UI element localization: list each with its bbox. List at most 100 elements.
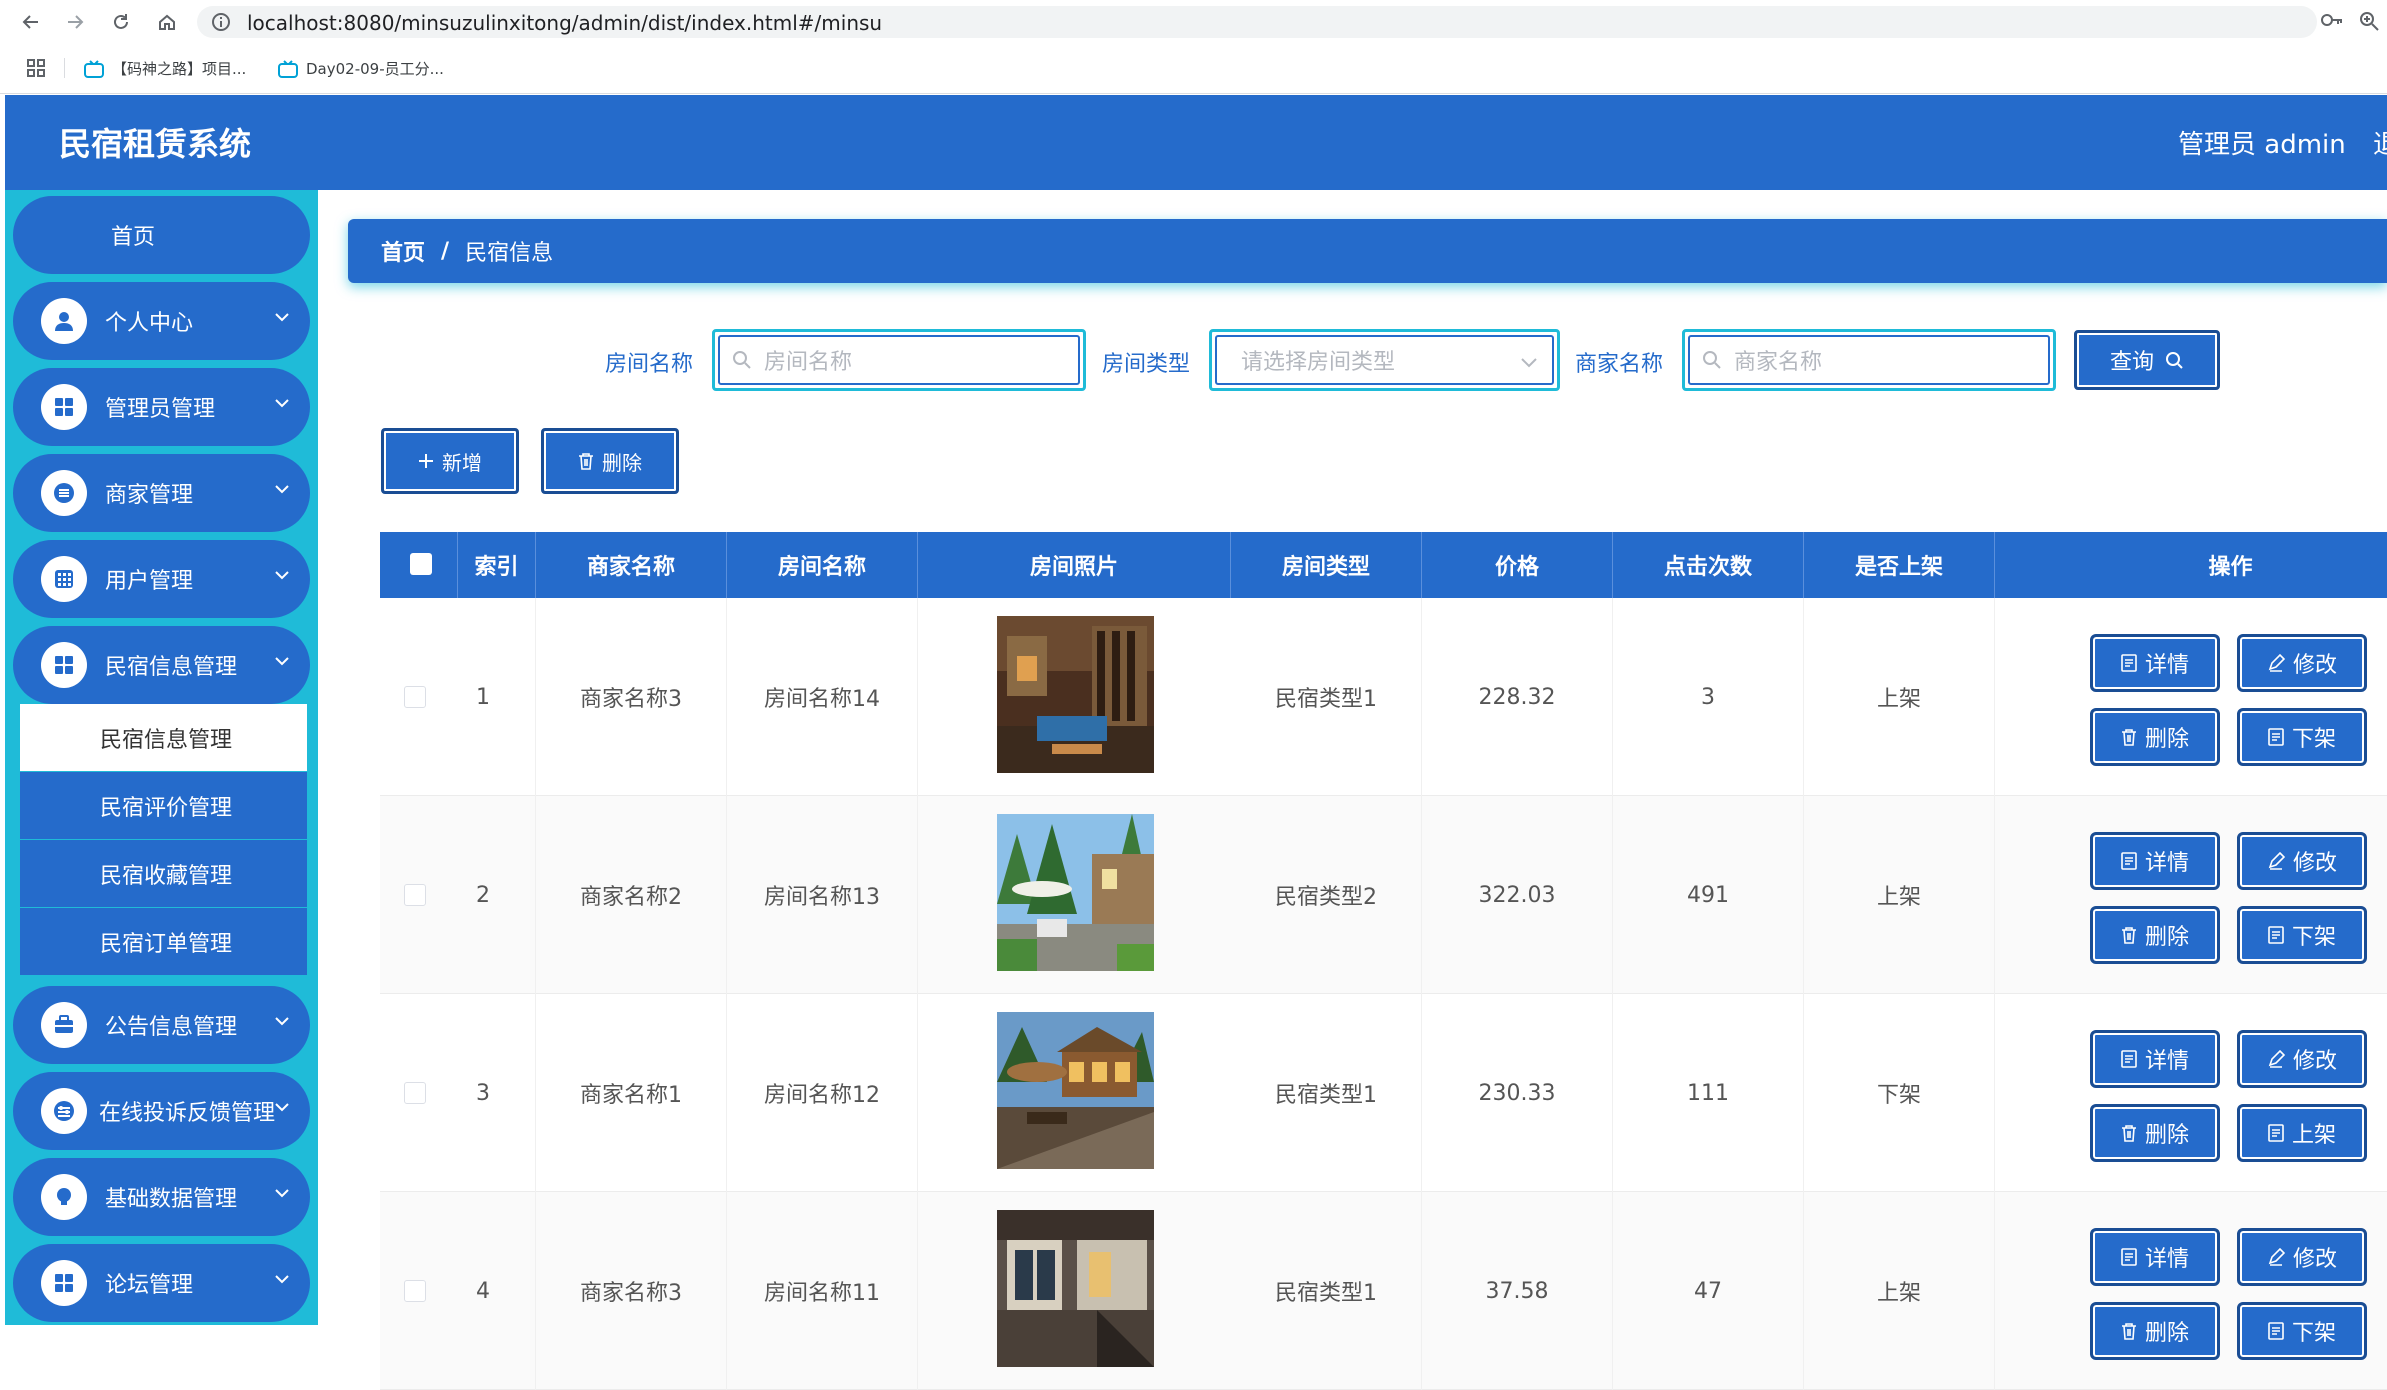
- toggle-listing-button-label: 下架: [2291, 925, 2336, 950]
- trash-icon: [579, 453, 593, 470]
- document-icon: [2121, 852, 2137, 870]
- sidebar-item-homestay[interactable]: 民宿信息管理: [13, 626, 310, 704]
- row-checkbox[interactable]: [404, 1082, 426, 1104]
- delete-button[interactable]: 删除: [2090, 906, 2220, 964]
- detail-button[interactable]: 详情: [2090, 1030, 2220, 1088]
- cell-price: 230.33: [1422, 994, 1613, 1192]
- edit-button[interactable]: 修改: [2237, 634, 2367, 692]
- url-text: localhost:8080/minsuzulinxitong/admin/di…: [247, 11, 883, 35]
- add-button[interactable]: 新增: [381, 428, 519, 494]
- sidebar-item-home[interactable]: 首页: [13, 196, 310, 274]
- row-checkbox[interactable]: [404, 884, 426, 906]
- key-icon[interactable]: [2320, 10, 2344, 34]
- delete-button[interactable]: 删除: [2090, 1104, 2220, 1162]
- chevron-down-icon: [1521, 358, 1537, 368]
- bulk-delete-button[interactable]: 删除: [541, 428, 679, 494]
- sidebar-item-label: 在线投诉反馈管理: [99, 1101, 276, 1126]
- detail-button[interactable]: 详情: [2090, 832, 2220, 890]
- row-checkbox[interactable]: [404, 1280, 426, 1302]
- room-photo: [997, 1210, 1154, 1367]
- info-icon[interactable]: [211, 12, 231, 36]
- breadcrumb: 首页 / 民宿信息: [348, 219, 2387, 283]
- document-icon: [2121, 1248, 2137, 1266]
- room-type-placeholder: 请选择房间类型: [1241, 350, 1396, 375]
- submenu-homestay-order[interactable]: 民宿订单管理: [20, 908, 307, 976]
- toggle-listing-button[interactable]: 下架: [2237, 1302, 2367, 1360]
- room-photo: [997, 814, 1154, 971]
- reload-icon[interactable]: [108, 9, 134, 35]
- pencil-icon: [2268, 852, 2285, 870]
- room-name-placeholder: 房间名称: [764, 350, 853, 375]
- sidebar-item-feedback[interactable]: 在线投诉反馈管理: [13, 1072, 310, 1150]
- bookmark-1-label: 【码神之路】项目...: [112, 60, 247, 78]
- submenu-homestay-review[interactable]: 民宿评价管理: [20, 772, 307, 840]
- sidebar-item-admin[interactable]: 管理员管理: [13, 368, 310, 446]
- room-type-select[interactable]: 请选择房间类型: [1209, 329, 1560, 391]
- apps-grid-icon[interactable]: [26, 58, 46, 82]
- bulb-icon: [41, 1174, 87, 1220]
- document-icon: [2121, 1050, 2137, 1068]
- sidebar-item-users[interactable]: 用户管理: [13, 540, 310, 618]
- list-icon: [41, 470, 87, 516]
- table-row: 2 商家名称2 房间名称13 民宿类型2 322.03 491 上架 详情 修改…: [380, 796, 2387, 994]
- sidebar-item-forum[interactable]: 论坛管理: [13, 1244, 310, 1322]
- back-icon[interactable]: [18, 9, 44, 35]
- edit-button[interactable]: 修改: [2237, 832, 2367, 890]
- forward-icon[interactable]: [62, 9, 88, 35]
- home-icon[interactable]: [154, 9, 180, 35]
- select-all-checkbox[interactable]: [410, 553, 432, 575]
- sidebar-item-profile[interactable]: 个人中心: [13, 282, 310, 360]
- grid-icon: [41, 384, 87, 430]
- bookmark-1[interactable]: 【码神之路】项目...: [84, 58, 246, 79]
- detail-button[interactable]: 详情: [2090, 1228, 2220, 1286]
- zoom-icon[interactable]: [2358, 10, 2380, 36]
- cell-index: 2: [458, 796, 536, 994]
- sidebar-item-notice[interactable]: 公告信息管理: [13, 986, 310, 1064]
- edit-button[interactable]: 修改: [2237, 1030, 2367, 1088]
- chevron-down-icon: [275, 485, 289, 494]
- merchant-input[interactable]: 商家名称: [1682, 329, 2056, 391]
- edit-button[interactable]: 修改: [2237, 1228, 2367, 1286]
- grid-icon: [41, 642, 87, 688]
- submenu-homestay-favorite[interactable]: 民宿收藏管理: [20, 840, 307, 908]
- delete-button[interactable]: 删除: [2090, 708, 2220, 766]
- search-button-label: 查询: [2109, 350, 2154, 375]
- column-header-clicks: 点击次数: [1613, 532, 1804, 598]
- toggle-listing-button-label: 下架: [2291, 727, 2336, 752]
- detail-button-label: 详情: [2144, 851, 2189, 876]
- toggle-listing-button[interactable]: 下架: [2237, 708, 2367, 766]
- search-icon: [2166, 352, 2183, 369]
- bookmark-2[interactable]: Day02-09-员工分...: [278, 58, 444, 79]
- edit-button-label: 修改: [2292, 653, 2337, 678]
- cell-merchant: 商家名称1: [536, 994, 727, 1192]
- sidebar-item-label: 基础数据管理: [105, 1187, 238, 1212]
- cell-room: 房间名称14: [727, 598, 918, 796]
- chevron-down-icon: [275, 571, 289, 580]
- search-button[interactable]: 查询: [2074, 330, 2220, 390]
- search-icon: [733, 351, 751, 369]
- table-header: 索引 商家名称 房间名称 房间照片 房间类型 价格 点击次数 是否上架 操作: [380, 532, 2387, 598]
- breadcrumb-home[interactable]: 首页: [381, 235, 425, 267]
- logout-link[interactable]: 退出登录: [2373, 124, 2387, 161]
- delete-button[interactable]: 删除: [2090, 1302, 2220, 1360]
- cell-index: 3: [458, 994, 536, 1192]
- sidebar-item-label: 首页: [111, 225, 156, 250]
- submenu-homestay-info[interactable]: 民宿信息管理: [20, 704, 307, 772]
- row-checkbox[interactable]: [404, 686, 426, 708]
- merchant-placeholder: 商家名称: [1734, 350, 1823, 375]
- cell-type: 民宿类型2: [1231, 796, 1422, 994]
- cell-index: 1: [458, 598, 536, 796]
- detail-button[interactable]: 详情: [2090, 634, 2220, 692]
- cell-index: 4: [458, 1192, 536, 1390]
- trash-icon: [2121, 729, 2136, 746]
- sidebar-item-merchant[interactable]: 商家管理: [13, 454, 310, 532]
- room-name-input[interactable]: 房间名称: [712, 329, 1086, 391]
- toggle-listing-button[interactable]: 上架: [2237, 1104, 2367, 1162]
- bookmarks-bar: 【码神之路】项目... Day02-09-员工分...: [0, 44, 2387, 94]
- sidebar-item-basic-data[interactable]: 基础数据管理: [13, 1158, 310, 1236]
- address-bar[interactable]: localhost:8080/minsuzulinxitong/admin/di…: [197, 6, 2317, 38]
- toggle-listing-button[interactable]: 下架: [2237, 906, 2367, 964]
- chevron-down-icon: [275, 1103, 289, 1112]
- detail-button-label: 详情: [2144, 653, 2189, 678]
- column-header-actions: 操作: [2208, 555, 2253, 580]
